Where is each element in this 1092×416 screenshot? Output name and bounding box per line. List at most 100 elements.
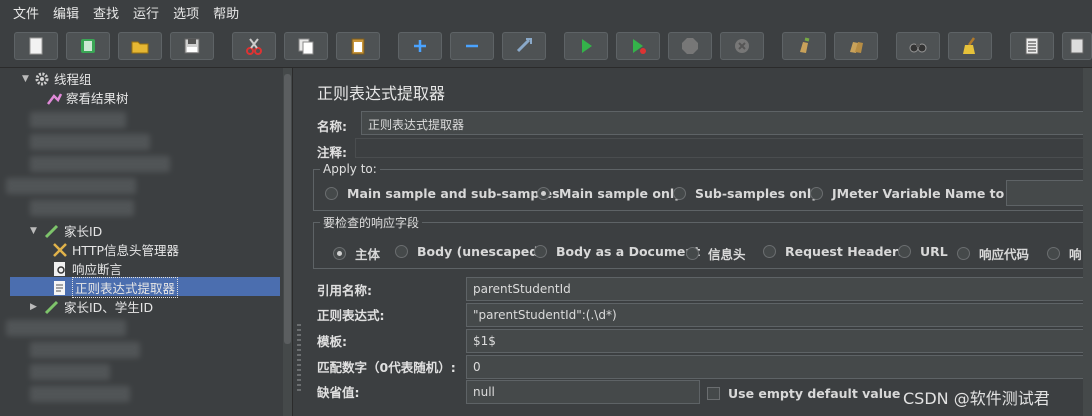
regex-label: 正则表达式: <box>317 308 385 323</box>
save-button[interactable] <box>170 32 214 60</box>
tree-node-label: 家长ID <box>64 224 103 239</box>
open-button[interactable] <box>118 32 162 60</box>
apply-main-and-sub-radio[interactable]: Main sample and sub-samples <box>325 186 560 201</box>
panel-title: 正则表达式提取器 <box>317 84 446 103</box>
radio-dot <box>686 247 699 260</box>
redacted-tree-item <box>30 342 140 358</box>
radio-dot <box>810 187 823 200</box>
open-icon <box>131 41 149 54</box>
template-label: 模板: <box>317 334 347 349</box>
apply-sub-only-radio[interactable]: Sub-samples only <box>673 186 819 201</box>
pane-splitter[interactable] <box>292 68 305 416</box>
cut-icon <box>246 38 262 55</box>
reset-search-button[interactable] <box>948 32 992 60</box>
tree-root-collapse-toggle[interactable]: ▼ <box>22 69 34 88</box>
check-url-radio[interactable]: URL <box>898 244 948 259</box>
tree-node-http-header-manager[interactable]: HTTP信息头管理器 <box>52 240 179 259</box>
check-response-message-radio[interactable]: 响 <box>1047 244 1082 263</box>
radio-label: 信息头 <box>708 247 746 262</box>
redacted-tree-item <box>30 112 126 128</box>
tree-node-label: 家长ID、学生ID <box>64 300 154 315</box>
use-empty-default-checkbox[interactable]: Use empty default value <box>707 386 900 401</box>
radio-dot <box>763 245 776 258</box>
tree-scrollbar-thumb[interactable] <box>284 74 291 344</box>
redacted-tree-item <box>6 178 136 194</box>
menu-file[interactable]: 文件 <box>13 3 39 22</box>
reference-name-field[interactable]: parentStudentId <box>466 277 1092 301</box>
check-body-as-document-radio[interactable]: Body as a Document <box>534 244 700 259</box>
check-request-headers-radio[interactable]: Request Headers <box>763 244 906 259</box>
templates-button[interactable] <box>66 32 110 60</box>
check-response-code-radio[interactable]: 响应代码 <box>957 244 1029 263</box>
menu-search[interactable]: 查找 <box>93 3 119 22</box>
document-icon <box>52 280 68 296</box>
name-field[interactable]: 正则表达式提取器 <box>361 111 1092 135</box>
tree-node-parent-id[interactable]: 家长ID <box>44 221 102 240</box>
menu-run[interactable]: 运行 <box>133 3 159 22</box>
redacted-tree-item <box>6 320 126 336</box>
tree-group1-collapse-toggle[interactable]: ▼ <box>30 221 42 240</box>
redacted-tree-item <box>30 364 110 380</box>
apply-jmeter-variable-radio[interactable]: JMeter Variable Name to use <box>810 186 1033 201</box>
start-no-pause-button[interactable] <box>616 32 660 60</box>
apply-main-only-radio[interactable]: Main sample only <box>537 186 682 201</box>
toggle-button[interactable] <box>502 32 546 60</box>
check-body-unescaped-radio[interactable]: Body (unescaped) <box>395 244 544 259</box>
check-headers-radio[interactable]: 信息头 <box>686 244 746 263</box>
tree-group2-expand-toggle[interactable]: ▶ <box>30 297 42 316</box>
regex-field[interactable]: "parentStudentId":(.\d*) <box>466 303 1092 327</box>
function-helper-button[interactable] <box>1010 32 1054 60</box>
jmeter-variable-name-field[interactable] <box>1006 180 1092 206</box>
menu-edit[interactable]: 编辑 <box>53 3 79 22</box>
check-body-radio[interactable]: 主体 <box>333 244 380 263</box>
search-button[interactable] <box>896 32 940 60</box>
cut-button[interactable] <box>232 32 276 60</box>
apply-to-legend: Apply to: <box>320 162 380 176</box>
radio-dot <box>673 187 686 200</box>
radio-label: 响 <box>1069 247 1082 262</box>
shutdown-button[interactable] <box>720 32 764 60</box>
default-value-field[interactable]: null <box>466 380 700 404</box>
tree-scrollbar[interactable] <box>283 68 292 416</box>
checkbox-box <box>707 387 720 400</box>
tree-node-thread-group[interactable]: 线程组 <box>34 69 92 88</box>
tree-node-regex-extractor[interactable]: 正则表达式提取器 <box>52 277 179 298</box>
tree-node-parent-student-id[interactable]: 家长ID、学生ID <box>44 297 153 316</box>
paste-icon <box>351 38 365 55</box>
help-button[interactable] <box>1062 32 1092 60</box>
copy-button[interactable] <box>284 32 328 60</box>
help-icon <box>1070 38 1084 54</box>
shutdown-icon <box>735 39 749 53</box>
match-number-field[interactable]: 0 <box>466 355 1092 379</box>
new-button[interactable] <box>14 32 58 60</box>
radio-label: JMeter Variable Name to use <box>832 186 1034 201</box>
paste-button[interactable] <box>336 32 380 60</box>
stop-icon <box>682 38 698 54</box>
menu-help[interactable]: 帮助 <box>213 3 239 22</box>
start-button[interactable] <box>564 32 608 60</box>
tree-node-label: 正则表达式提取器 <box>72 277 179 298</box>
radio-dot <box>333 247 346 260</box>
clear-button[interactable] <box>782 32 826 60</box>
panel-scrollbar[interactable] <box>1083 68 1092 416</box>
tree-node-response-assertion[interactable]: 响应断言 <box>52 259 122 278</box>
stop-button[interactable] <box>668 32 712 60</box>
pipette-icon <box>44 299 60 315</box>
tree-node-view-results-tree[interactable]: 察看结果树 <box>46 88 129 107</box>
comment-field[interactable] <box>355 138 1092 158</box>
collapse-button[interactable] <box>450 32 494 60</box>
clear-all-button[interactable] <box>834 32 878 60</box>
radio-label: Body as a Document <box>556 244 701 259</box>
chart-icon <box>46 90 62 106</box>
radio-dot <box>957 247 970 260</box>
tree-node-label: 响应断言 <box>72 262 123 277</box>
function-helper-icon <box>1025 37 1039 55</box>
radio-label: Sub-samples only <box>695 186 820 201</box>
expand-button[interactable] <box>398 32 442 60</box>
tree-node-label: HTTP信息头管理器 <box>72 243 179 258</box>
expand-icon <box>414 40 426 52</box>
menu-options[interactable]: 选项 <box>173 3 199 22</box>
radio-label: Main sample and sub-samples <box>347 186 560 201</box>
comment-label: 注释: <box>317 145 347 160</box>
template-field[interactable]: $1$ <box>466 329 1092 353</box>
